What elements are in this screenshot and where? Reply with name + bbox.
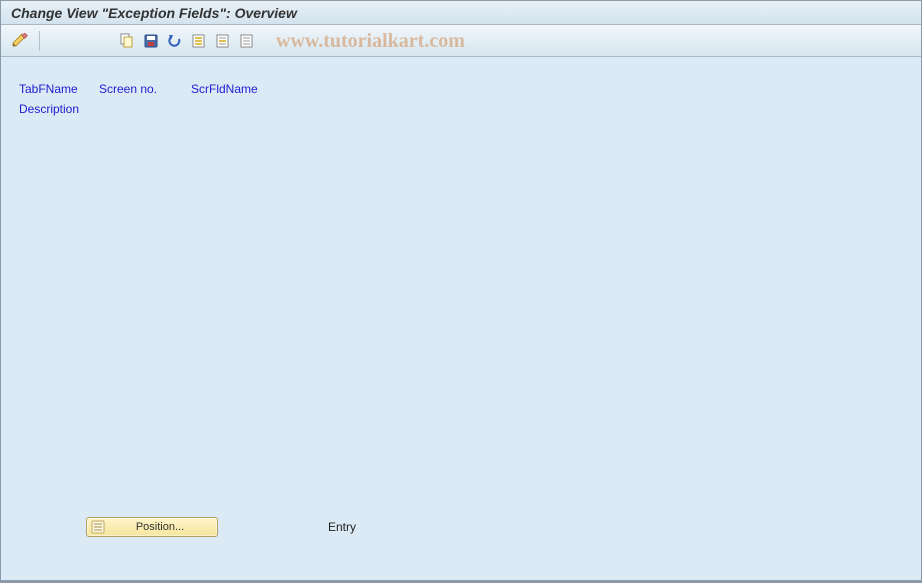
undo-button[interactable]: [164, 30, 186, 52]
frame-bottom-border: [1, 580, 921, 582]
title-bar: Change View "Exception Fields": Overview: [1, 1, 921, 25]
copy-icon: [119, 33, 135, 49]
delete-button[interactable]: [140, 30, 162, 52]
select-block-icon: [215, 33, 231, 49]
page-title: Change View "Exception Fields": Overview: [11, 5, 297, 21]
content-area: TabFName Screen no. ScrFldName Descripti…: [1, 58, 921, 582]
select-all-button[interactable]: [188, 30, 210, 52]
select-all-icon: [191, 33, 207, 49]
toolbar: www.tutorialkart.com: [1, 25, 921, 57]
column-tabfname[interactable]: TabFName: [19, 82, 99, 96]
deselect-all-button[interactable]: [236, 30, 258, 52]
deselect-icon: [239, 33, 255, 49]
position-button[interactable]: Position...: [86, 517, 218, 537]
column-scrfldname[interactable]: ScrFldName: [191, 82, 258, 96]
footer-area: Position... Entry: [86, 517, 356, 537]
copy-button[interactable]: [116, 30, 138, 52]
undo-icon: [167, 33, 183, 49]
app-frame: Change View "Exception Fields": Overview: [0, 0, 922, 583]
entry-label: Entry: [328, 520, 356, 534]
column-headers: TabFName Screen no. ScrFldName: [19, 82, 903, 96]
save-icon: [143, 33, 159, 49]
column-screenno[interactable]: Screen no.: [99, 82, 191, 96]
toolbar-separator: [39, 31, 40, 51]
pencil-icon: [11, 33, 29, 49]
watermark: www.tutorialkart.com: [276, 30, 465, 53]
select-block-button[interactable]: [212, 30, 234, 52]
toggle-change-button[interactable]: [9, 30, 31, 52]
position-label: Position...: [107, 521, 213, 533]
column-description[interactable]: Description: [19, 102, 903, 116]
position-icon: [91, 520, 105, 534]
